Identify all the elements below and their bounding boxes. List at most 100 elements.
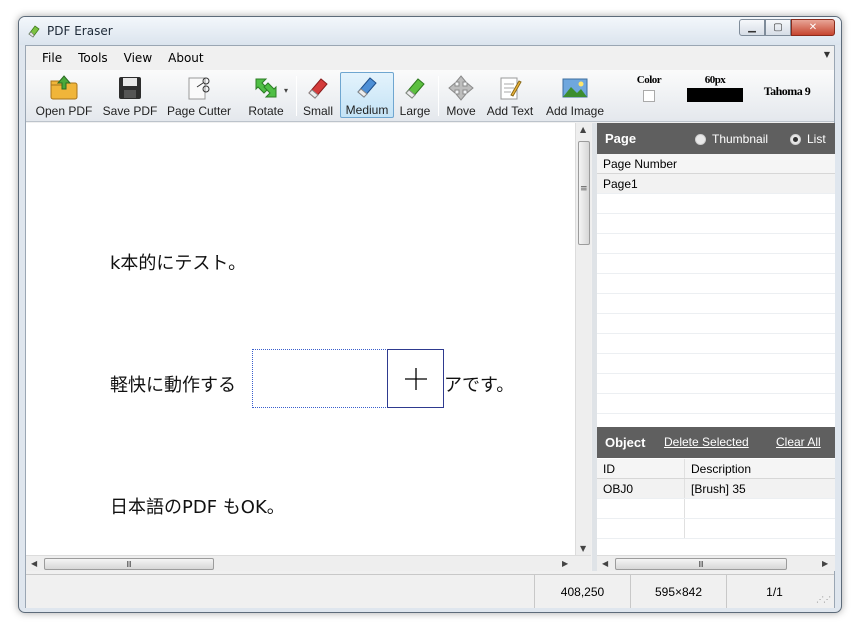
app-window: PDF Eraser ▁ ▢ ✕ File Tools View About ▼… xyxy=(18,16,842,613)
document-vertical-scrollbar[interactable]: ▲ ≡ ▼ xyxy=(575,123,591,555)
eraser-large-button[interactable]: Large xyxy=(396,72,434,118)
rotate-button[interactable]: Rotate xyxy=(238,72,294,118)
title-bar[interactable]: PDF Eraser ▁ ▢ ✕ xyxy=(19,17,841,45)
empty-row xyxy=(597,334,835,354)
document-text-line: 日本語のPDF もOK。 xyxy=(110,497,285,518)
object-list-header[interactable]: ID Description xyxy=(597,459,835,479)
toolbar-separator xyxy=(296,76,297,116)
add-image-label: Add Image xyxy=(545,104,605,118)
scroll-right-icon[interactable]: ▶ xyxy=(562,559,568,568)
horizontal-scroll-thumb[interactable]: Ⅲ xyxy=(615,558,787,570)
open-pdf-button[interactable]: Open PDF xyxy=(32,72,96,118)
menu-file[interactable]: File xyxy=(34,46,70,70)
save-pdf-button[interactable]: Save PDF xyxy=(100,72,160,118)
rotate-dropdown-icon[interactable]: ▾ xyxy=(284,86,288,95)
empty-row xyxy=(597,314,835,334)
eraser-cursor xyxy=(387,349,444,408)
brush-size-picker[interactable]: 60px xyxy=(686,74,744,102)
scroll-left-icon[interactable]: ◀ xyxy=(31,559,37,568)
description-column: Description xyxy=(691,461,752,476)
radio-dot xyxy=(695,133,706,145)
table-row[interactable]: OBJ0 [Brush] 35 xyxy=(597,479,835,499)
document-horizontal-scrollbar[interactable]: ◀ Ⅲ ▶ xyxy=(26,555,591,571)
empty-row xyxy=(597,354,835,374)
eraser-medium-button[interactable]: Medium xyxy=(340,72,394,118)
id-column: ID xyxy=(597,459,685,478)
horizontal-scroll-thumb[interactable]: Ⅲ xyxy=(44,558,214,570)
green-eraser-icon xyxy=(399,74,431,102)
crosshair-icon xyxy=(404,367,427,390)
window-title: PDF Eraser xyxy=(47,24,113,38)
grip-icon: Ⅲ xyxy=(126,559,132,569)
rotate-label: Rotate xyxy=(248,104,284,118)
maximize-icon: ▢ xyxy=(773,22,783,33)
brush-size-preview xyxy=(687,88,743,102)
add-image-button[interactable]: Add Image xyxy=(542,72,608,118)
scroll-left-icon[interactable]: ◀ xyxy=(602,559,608,568)
scroll-right-icon[interactable]: ▶ xyxy=(822,559,828,568)
empty-row xyxy=(597,499,835,519)
add-text-button[interactable]: Add Text xyxy=(482,72,538,118)
empty-row xyxy=(597,519,835,539)
object-horizontal-scrollbar[interactable]: ◀ Ⅲ ▶ xyxy=(597,555,835,571)
cursor-coordinates: 408,250 xyxy=(534,575,630,608)
coords-text: 408,250 xyxy=(560,584,605,599)
menu-tools[interactable]: Tools xyxy=(70,46,116,70)
page-list[interactable]: Page Number Page1 xyxy=(597,154,835,426)
minimize-icon: ▁ xyxy=(748,22,756,33)
blue-eraser-icon xyxy=(351,73,383,101)
page-size-text: 595×842 xyxy=(654,584,703,599)
object-panel-title: Object xyxy=(605,435,646,450)
move-label: Move xyxy=(446,104,476,118)
thumbnail-radio[interactable]: Thumbnail xyxy=(695,132,768,146)
client-area: File Tools View About ▼ Open PDF Save PD… xyxy=(25,45,835,608)
list-item[interactable]: Page1 xyxy=(597,174,835,194)
empty-row xyxy=(597,214,835,234)
grip-icon: Ⅲ xyxy=(698,559,704,569)
minimize-button[interactable]: ▁ xyxy=(739,19,765,36)
object-list[interactable]: ID Description OBJ0 [Brush] 35 xyxy=(597,459,835,555)
font-picker[interactable]: Tahoma 9 xyxy=(756,74,818,99)
red-eraser-icon xyxy=(302,74,334,102)
delete-selected-link[interactable]: Delete Selected xyxy=(664,435,749,449)
close-button[interactable]: ✕ xyxy=(791,19,835,36)
page-list-header[interactable]: Page Number xyxy=(597,154,835,174)
thumbnail-label: Thumbnail xyxy=(712,132,769,146)
floppy-disk-icon xyxy=(114,74,146,102)
document-canvas[interactable]: k本的にテスト。 軽快に動作する アです。 日本語のPDF もOK。 ▲ ≡ ▼… xyxy=(26,123,591,571)
clear-all-link[interactable]: Clear All xyxy=(776,435,821,449)
toolbar-overflow-icon[interactable]: ▼ xyxy=(824,50,830,59)
save-pdf-label: Save PDF xyxy=(102,104,158,118)
scroll-down-icon[interactable]: ▼ xyxy=(580,544,586,553)
resize-grip-icon[interactable]: ⋰⋰ xyxy=(816,595,831,604)
page-size: 595×842 xyxy=(630,575,726,608)
font-label: Tahoma 9 xyxy=(763,84,811,98)
page-indicator: 1/1 xyxy=(726,575,822,608)
color-picker[interactable]: Color xyxy=(632,74,666,102)
scroll-up-icon[interactable]: ▲ xyxy=(580,125,586,134)
list-radio[interactable]: List xyxy=(790,132,826,146)
brush-size-label: 60px xyxy=(704,74,726,86)
object-id: OBJ0 xyxy=(597,479,685,498)
page-panel-header: Page Thumbnail List xyxy=(597,123,835,154)
maximize-button[interactable]: ▢ xyxy=(765,19,791,36)
page-index-text: 1/1 xyxy=(766,584,783,599)
menu-bar: File Tools View About ▼ xyxy=(26,46,834,70)
small-label: Small xyxy=(302,104,333,118)
document-text-line: 軽快に動作する xyxy=(110,375,236,396)
move-button[interactable]: Move xyxy=(442,72,480,118)
large-label: Large xyxy=(399,104,431,118)
window-controls: ▁ ▢ ✕ xyxy=(739,19,835,36)
vertical-scroll-thumb[interactable]: ≡ xyxy=(578,141,590,245)
status-bar: 408,250 595×842 1/1 ⋰⋰ xyxy=(26,574,834,608)
menu-view[interactable]: View xyxy=(116,46,160,70)
empty-row xyxy=(597,274,835,294)
grip-icon: ≡ xyxy=(580,184,588,194)
page-panel-title: Page xyxy=(605,131,637,146)
page-cutter-button[interactable]: Page Cutter xyxy=(164,72,234,118)
eraser-small-button[interactable]: Small xyxy=(300,72,336,118)
notepad-pencil-icon xyxy=(494,74,526,102)
empty-row xyxy=(597,234,835,254)
color-swatch[interactable] xyxy=(643,90,655,102)
menu-about[interactable]: About xyxy=(160,46,211,70)
